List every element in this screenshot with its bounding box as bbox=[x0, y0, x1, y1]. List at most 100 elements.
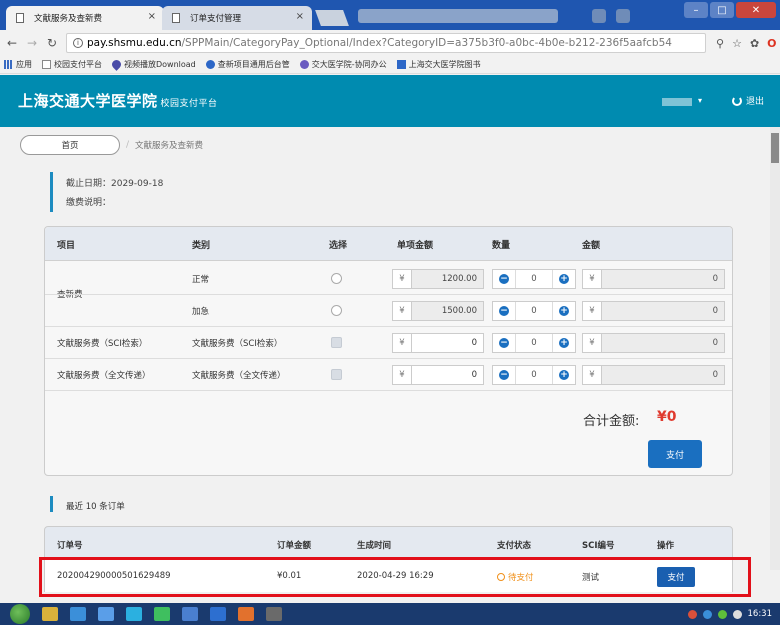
select-radio[interactable] bbox=[331, 305, 342, 316]
currency-symbol: ¥ bbox=[399, 274, 405, 284]
breadcrumb-home[interactable]: 首页 bbox=[20, 135, 120, 155]
status-text: 待支付 bbox=[508, 573, 534, 583]
quantity-value[interactable]: 0 bbox=[515, 270, 553, 288]
site-logo[interactable]: 上海交通大学医学院 校园支付平台 bbox=[18, 90, 218, 111]
ie-icon[interactable] bbox=[70, 607, 86, 621]
bookmark-search-admin[interactable]: 查新项目通用后台管 bbox=[205, 59, 290, 70]
close-icon[interactable]: × bbox=[296, 11, 304, 22]
amount-field: ¥ 0 bbox=[582, 333, 725, 353]
bookmark-apps[interactable]: 应用 bbox=[4, 59, 32, 70]
browser-tab-order-management[interactable]: 订单支付管理 × bbox=[162, 6, 312, 30]
header-quantity: 数量 bbox=[492, 241, 511, 251]
user-menu[interactable] bbox=[662, 98, 692, 106]
start-icon[interactable] bbox=[10, 604, 30, 624]
amount-value: 0 bbox=[601, 334, 724, 352]
reload-icon[interactable]: ↻ bbox=[44, 36, 60, 50]
select-checkbox[interactable] bbox=[331, 337, 342, 348]
tray-icon[interactable] bbox=[687, 609, 697, 619]
fee-row-sci-retrieval: 文献服务费（SCI检索） 文献服务费（SCI检索） ¥ 0 − 0 + ¥ 0 bbox=[45, 327, 732, 359]
plus-icon[interactable]: + bbox=[559, 338, 569, 348]
scrollbar-thumb[interactable] bbox=[771, 133, 779, 163]
header-item: 项目 bbox=[57, 241, 76, 251]
star-icon[interactable]: ☆ bbox=[732, 37, 742, 50]
forward-icon[interactable]: → bbox=[24, 36, 40, 50]
header-category: 类别 bbox=[192, 241, 211, 251]
plus-icon[interactable]: + bbox=[559, 274, 569, 284]
quantity-value[interactable]: 0 bbox=[515, 302, 553, 320]
app-icon[interactable] bbox=[98, 607, 114, 621]
minus-icon[interactable]: − bbox=[499, 306, 509, 316]
header-unit-price: 单项金额 bbox=[397, 241, 434, 251]
select-checkbox[interactable] bbox=[331, 369, 342, 380]
scrollbar[interactable] bbox=[770, 127, 780, 570]
minus-icon[interactable]: − bbox=[499, 338, 509, 348]
chevron-down-icon[interactable]: ▾ bbox=[698, 96, 702, 105]
app-icon[interactable] bbox=[210, 607, 226, 621]
header-created-time: 生成时间 bbox=[357, 541, 392, 551]
minus-icon[interactable]: − bbox=[499, 370, 509, 380]
logout-button[interactable]: 退出 bbox=[731, 94, 764, 107]
site-title: 上海交通大学医学院 bbox=[18, 92, 158, 110]
chrome-icon[interactable] bbox=[238, 607, 254, 621]
quantity-value[interactable]: 0 bbox=[515, 366, 553, 384]
currency-symbol: ¥ bbox=[589, 306, 595, 316]
blurred-region bbox=[592, 9, 606, 23]
close-icon[interactable]: × bbox=[148, 11, 156, 22]
header-order-no: 订单号 bbox=[57, 541, 83, 551]
app-icon[interactable] bbox=[126, 607, 142, 621]
amount-value: 0 bbox=[601, 302, 724, 320]
unit-price-value: 1500.00 bbox=[411, 302, 483, 320]
opera-icon[interactable]: O bbox=[767, 37, 776, 50]
plus-icon[interactable]: + bbox=[559, 370, 569, 380]
unit-price-value[interactable]: 0 bbox=[411, 366, 483, 384]
select-radio[interactable] bbox=[331, 273, 342, 284]
unit-price-value: 1200.00 bbox=[411, 270, 483, 288]
fee-table: 项目 类别 选择 单项金额 数量 金额 查新费 正常 ¥ 1200.00 − 0… bbox=[44, 226, 733, 476]
header-sci-no: SCI编号 bbox=[582, 541, 615, 551]
page-icon bbox=[16, 13, 24, 23]
orders-table-header: 订单号 订单金额 生成时间 支付状态 SCI编号 操作 bbox=[44, 526, 733, 560]
breadcrumb-separator: / bbox=[126, 140, 130, 150]
extension-icon[interactable]: ✿ bbox=[750, 37, 759, 50]
tray-icon[interactable] bbox=[702, 609, 712, 619]
section-accent bbox=[50, 172, 53, 212]
fee-row-full-text: 文献服务费（全文传递） 文献服务费（全文传递） ¥ 0 − 0 + ¥ 0 bbox=[45, 359, 732, 391]
unit-price-input[interactable]: ¥ 0 bbox=[392, 333, 484, 353]
maximize-icon[interactable]: □ bbox=[710, 2, 734, 18]
category-label: 正常 bbox=[192, 275, 210, 285]
new-tab-button[interactable] bbox=[315, 10, 349, 26]
unit-price-field: ¥ 1200.00 bbox=[392, 269, 484, 289]
tray-icon[interactable] bbox=[717, 609, 727, 619]
header-order-amount: 订单金额 bbox=[277, 541, 312, 551]
minimize-icon[interactable]: – bbox=[684, 2, 708, 18]
bookmark-library[interactable]: 上海交大医学院图书 bbox=[396, 59, 481, 70]
category-label: 文献服务费（SCI检索） bbox=[192, 339, 283, 349]
url-input[interactable]: i pay.shsmu.edu.cn/SPPMain/CategoryPay_O… bbox=[66, 33, 706, 53]
status-badge: 待支付 bbox=[497, 571, 534, 583]
plus-icon[interactable]: + bbox=[559, 306, 569, 316]
bookmark-video[interactable]: 视频播放Download bbox=[110, 58, 196, 71]
info-icon[interactable]: i bbox=[73, 38, 83, 48]
bookmark-campus-pay[interactable]: 校园支付平台 bbox=[42, 59, 102, 70]
breadcrumb: 首页 / 文献服务及查新费 bbox=[20, 135, 203, 155]
sci-number: 测试 bbox=[582, 573, 600, 583]
app-icon[interactable] bbox=[42, 607, 58, 621]
browser-tab-fee-service[interactable]: 文献服务及查新费 × bbox=[6, 6, 164, 30]
window-close-icon[interactable]: ✕ bbox=[736, 2, 776, 18]
recent-orders-title: 最近 10 条订单 bbox=[66, 502, 125, 512]
back-icon[interactable]: ← bbox=[4, 36, 20, 50]
app-icon[interactable] bbox=[182, 607, 198, 621]
amount-field: ¥ 0 bbox=[582, 365, 725, 385]
bookmark-office[interactable]: 交大医学院-协同办公 bbox=[299, 59, 387, 70]
clock-time[interactable]: 16:31 bbox=[748, 609, 773, 619]
order-pay-button[interactable]: 支付 bbox=[657, 567, 695, 587]
minus-icon[interactable]: − bbox=[499, 274, 509, 284]
pay-button[interactable]: 支付 bbox=[648, 440, 702, 468]
unit-price-input[interactable]: ¥ 0 bbox=[392, 365, 484, 385]
zoom-icon[interactable]: ⚲ bbox=[716, 37, 724, 50]
app-icon[interactable] bbox=[154, 607, 170, 621]
unit-price-value[interactable]: 0 bbox=[411, 334, 483, 352]
app-icon[interactable] bbox=[266, 607, 282, 621]
volume-icon[interactable] bbox=[732, 609, 742, 619]
quantity-value[interactable]: 0 bbox=[515, 334, 553, 352]
